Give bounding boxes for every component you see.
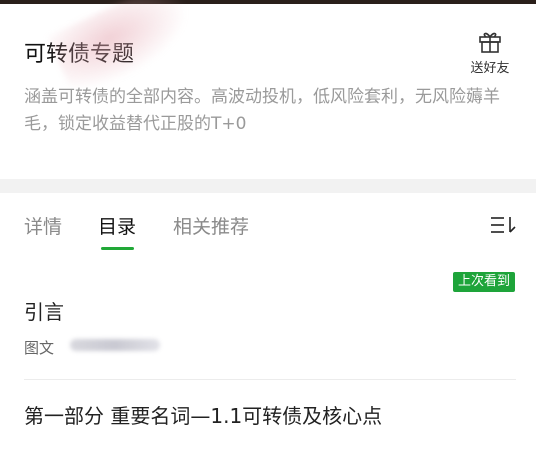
tab-bar: 详情 目录 相关推荐 xyxy=(0,193,536,259)
last-viewed-badge: 上次看到 xyxy=(453,272,516,292)
tab-related[interactable]: 相关推荐 xyxy=(173,212,249,239)
share-gift-button[interactable]: 送好友 xyxy=(462,28,518,76)
catalog-item-title[interactable]: 第一部分 重要名词—1.1可转债及核心点 xyxy=(24,402,384,430)
tab-details[interactable]: 详情 xyxy=(24,212,62,239)
section-divider xyxy=(0,179,536,193)
tab-catalog[interactable]: 目录 xyxy=(98,212,136,239)
active-tab-indicator xyxy=(101,247,134,250)
blurred-meta xyxy=(70,339,160,351)
catalog-item-title[interactable]: 引言 xyxy=(24,296,64,325)
page-title: 可转债专题 xyxy=(24,42,135,67)
catalog-item-type: 图文 xyxy=(24,339,55,357)
list-sort-icon[interactable] xyxy=(490,214,518,236)
gift-icon xyxy=(479,32,501,53)
course-description: 涵盖可转债的全部内容。高波动投机，低风险套利，无风险薅羊毛，锁定收益替代正股的T… xyxy=(24,87,500,134)
gift-label: 送好友 xyxy=(470,61,510,76)
list-divider xyxy=(24,379,516,380)
